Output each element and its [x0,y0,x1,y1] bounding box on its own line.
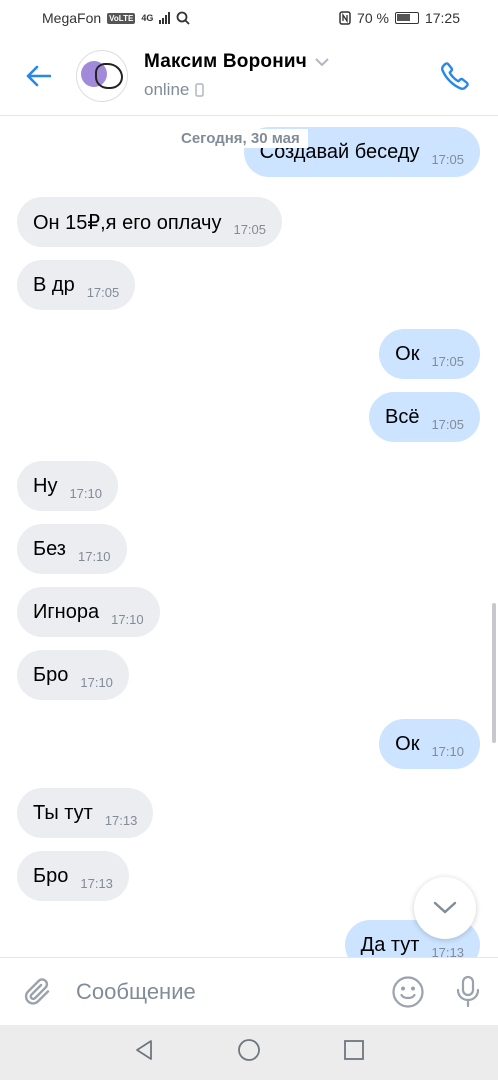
battery-percent: 70 % [357,10,389,26]
chevron-down-icon [433,901,457,914]
message-time: 17:13 [104,812,138,828]
message-out[interactable]: Всё 17:05 [368,392,480,442]
status-right: 70 % 17:25 [339,10,460,26]
voice-button[interactable] [438,975,498,1009]
carrier-name: MegaFon [42,10,102,26]
smile-icon [392,975,424,1008]
date-separator: Сегодня, 30 мая [173,129,308,148]
system-nav-bar [0,1025,498,1080]
online-status: online [144,80,190,99]
nfc-icon [339,11,351,25]
message-time: 17:10 [69,485,102,501]
status-left: MegaFon VoLTE 4G [42,10,190,26]
message-input[interactable] [76,978,378,1005]
message-out[interactable]: Ок 17:05 [379,329,480,379]
name-row: Максим Воронич [144,51,430,73]
message-in[interactable]: Бро 17:13 [17,851,129,901]
message-text: Бро [33,864,69,887]
emoji-button[interactable] [378,975,438,1009]
message-in[interactable]: В др 17:05 [17,260,136,310]
network-type: 4G [141,13,154,23]
message-text: Ок [395,732,420,755]
attach-button[interactable] [0,977,76,1007]
message-text: В др [33,273,75,296]
message-text: Ты тут [33,801,93,824]
mobile-icon [195,83,205,97]
message-time: 17:05 [86,284,120,300]
message-in[interactable]: Без 17:10 [17,524,127,574]
contact-name: Максим Воронич [144,51,307,72]
message-time: 17:10 [431,743,464,759]
nav-recent-button[interactable] [343,1039,365,1066]
message-time: 17:05 [431,151,464,167]
signal-icon [159,12,171,24]
avatar[interactable] [76,49,128,102]
square-recent-icon [344,1040,364,1060]
message-text: Всё [384,405,420,428]
message-time: 17:10 [80,674,113,690]
battery-icon [394,12,419,24]
message-in[interactable]: Игнора 17:10 [17,587,160,637]
message-out[interactable]: Ок 17:10 [379,719,480,769]
arrow-left-icon [26,65,51,86]
contact-info[interactable]: Максим Воронич online [144,51,430,100]
message-time: 17:05 [431,353,464,369]
scrollbar[interactable] [492,603,496,743]
scroll-down-button[interactable] [414,877,476,939]
message-time: 17:13 [80,875,113,891]
message-time: 17:10 [77,548,111,564]
triangle-back-icon [136,1040,152,1060]
message-in[interactable]: Бро 17:10 [17,650,129,700]
message-text: Он 15₽,я его оплачу [33,211,222,234]
nav-home-button[interactable] [237,1038,261,1067]
message-time: 17:13 [431,944,464,958]
chat-header: Максим Воронич online [0,36,498,116]
message-text: Да тут [360,933,420,956]
message-text: Игнора [33,600,100,623]
clock: 17:25 [424,10,460,26]
back-button[interactable] [0,36,76,116]
search-icon [176,11,190,25]
message-text: Бро [33,663,69,686]
message-text: Ну [33,474,58,497]
message-time: 17:10 [111,611,144,627]
message-text: Ок [395,342,420,365]
message-composer [0,957,498,1025]
contact-status: online [144,80,430,100]
message-in[interactable]: Он 15₽,я его оплачу 17:05 [17,197,283,247]
message-in[interactable]: Ну 17:10 [17,461,118,511]
status-bar: MegaFon VoLTE 4G 70 % 17:25 [0,0,498,36]
message-list[interactable]: Сегодня, 30 мая Создавай беседу 17:05 Он… [0,117,498,957]
message-in[interactable]: Ты тут 17:13 [17,788,154,838]
message-text: Без [33,537,66,560]
call-button[interactable] [430,51,480,101]
circle-home-icon [238,1039,260,1061]
message-time: 17:05 [431,416,464,432]
volte-badge: VoLTE [107,12,136,24]
paperclip-icon [24,977,50,1005]
nav-back-button[interactable] [133,1039,155,1066]
message-time: 17:05 [233,221,267,237]
phone-icon [441,61,469,90]
microphone-icon [456,975,480,1007]
chevron-down-icon [315,57,329,66]
avatar-drawing [95,62,123,89]
